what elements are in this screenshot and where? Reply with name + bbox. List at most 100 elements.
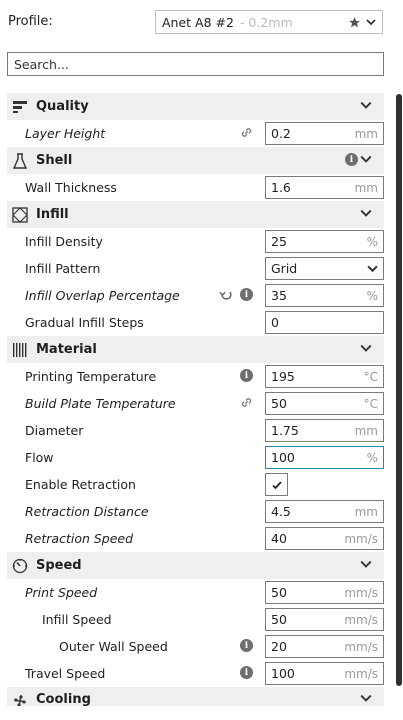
setting-retraction-distance: Retraction Distance 4.5 mm — [7, 498, 384, 525]
field-value: 40 — [271, 531, 287, 546]
infill-density-input[interactable]: 25 % — [265, 230, 384, 253]
setting-infill-overlap: Infill Overlap Percentage i 35 % — [7, 282, 384, 309]
chevron-down-icon — [367, 265, 378, 273]
setting-infill-density: Infill Density 25 % — [7, 228, 384, 255]
fan-icon — [11, 692, 29, 706]
field-unit: mm/s — [344, 612, 378, 627]
section-cooling[interactable]: Cooling — [7, 687, 384, 706]
link-icon[interactable] — [240, 396, 253, 409]
speed-icon — [11, 557, 29, 575]
setting-label: Layer Height — [25, 126, 106, 141]
chevron-down-icon[interactable] — [360, 342, 372, 354]
link-icon[interactable] — [240, 126, 253, 139]
info-icon[interactable]: i — [240, 369, 253, 382]
field-value: 50 — [271, 612, 287, 627]
wall-thickness-input[interactable]: 1.6 mm — [265, 176, 384, 199]
print-speed-input[interactable]: 50 mm/s — [265, 581, 384, 604]
setting-label: Outer Wall Speed — [59, 639, 168, 654]
build-plate-temperature-input[interactable]: 50 °C — [265, 392, 384, 415]
section-quality[interactable]: Quality — [7, 93, 384, 120]
info-icon[interactable]: i — [240, 639, 253, 652]
section-speed[interactable]: Speed — [7, 552, 384, 579]
setting-label: Enable Retraction — [25, 477, 136, 492]
chevron-down-icon[interactable] — [360, 692, 372, 704]
setting-wall-thickness: Wall Thickness 1.6 mm — [7, 174, 384, 201]
setting-layer-height: Layer Height 0.2 mm — [7, 120, 384, 147]
profile-label: Profile: — [8, 14, 53, 29]
infill-speed-input[interactable]: 50 mm/s — [265, 608, 384, 631]
setting-diameter: Diameter 1.75 mm — [7, 417, 384, 444]
chevron-down-icon[interactable] — [360, 153, 372, 165]
diameter-input[interactable]: 1.75 mm — [265, 419, 384, 442]
shell-icon — [11, 152, 29, 170]
setting-infill-pattern: Infill Pattern Grid — [7, 255, 384, 282]
field-value: 20 — [271, 639, 287, 654]
field-unit: mm/s — [344, 666, 378, 681]
section-shell-label: Shell — [36, 153, 73, 168]
retraction-speed-input[interactable]: 40 mm/s — [265, 527, 384, 550]
gradual-infill-input[interactable]: 0 — [265, 311, 384, 334]
section-material[interactable]: Material — [7, 336, 384, 363]
travel-speed-input[interactable]: 100 mm/s — [265, 662, 384, 685]
field-value: 1.6 — [271, 180, 291, 195]
chevron-down-icon[interactable] — [360, 99, 372, 111]
setting-label: Retraction Distance — [25, 504, 149, 519]
setting-outer-wall-speed: Outer Wall Speed i 20 mm/s — [7, 633, 384, 660]
setting-label: Infill Density — [25, 234, 103, 249]
checkmark-icon — [271, 480, 282, 489]
info-icon[interactable]: i — [240, 666, 253, 679]
reset-icon[interactable] — [219, 288, 233, 302]
setting-label: Travel Speed — [25, 666, 106, 681]
setting-label: Infill Pattern — [25, 261, 101, 276]
setting-label: Flow — [25, 450, 54, 465]
setting-flow: Flow 100 % — [7, 444, 384, 471]
profile-dropdown[interactable]: Anet A8 #2 - 0.2mm — [155, 10, 383, 34]
field-unit: mm — [354, 180, 378, 195]
infill-icon — [11, 206, 29, 224]
setting-infill-speed: Infill Speed 50 mm/s — [7, 606, 384, 633]
printing-temperature-input[interactable]: 195 °C — [265, 365, 384, 388]
field-unit: mm — [354, 126, 378, 141]
infill-pattern-select[interactable]: Grid — [265, 257, 384, 280]
field-value: 4.5 — [271, 504, 291, 519]
field-value: 50 — [271, 585, 287, 600]
section-infill[interactable]: Infill — [7, 201, 384, 228]
chevron-down-icon[interactable] — [360, 207, 372, 219]
enable-retraction-checkbox[interactable] — [265, 473, 288, 496]
setting-printing-temperature: Printing Temperature i 195 °C — [7, 363, 384, 390]
field-unit: mm/s — [344, 531, 378, 546]
section-shell[interactable]: Shell i — [7, 147, 384, 174]
setting-label: Build Plate Temperature — [25, 396, 176, 411]
setting-label: Infill Overlap Percentage — [25, 288, 180, 303]
chevron-down-icon — [366, 19, 376, 26]
field-unit: °C — [363, 396, 378, 411]
field-value: 100 — [271, 666, 295, 681]
chevron-down-icon[interactable] — [360, 558, 372, 570]
setting-enable-retraction: Enable Retraction — [7, 471, 384, 498]
field-value: 0.2 — [271, 126, 291, 141]
scrollbar[interactable] — [396, 94, 402, 686]
setting-label: Wall Thickness — [25, 180, 117, 195]
quality-icon — [11, 98, 29, 116]
setting-retraction-speed: Retraction Speed 40 mm/s — [7, 525, 384, 552]
flow-input[interactable]: 100 % — [265, 446, 384, 469]
setting-gradual-infill: Gradual Infill Steps 0 — [7, 309, 384, 336]
setting-print-speed: Print Speed 50 mm/s — [7, 579, 384, 606]
info-icon[interactable]: i — [345, 153, 358, 166]
profile-variant: - 0.2mm — [239, 14, 293, 30]
field-unit: % — [366, 450, 378, 465]
search-input[interactable]: Search... — [7, 52, 384, 76]
info-icon[interactable]: i — [240, 288, 253, 301]
setting-label: Retraction Speed — [25, 531, 134, 546]
section-infill-label: Infill — [36, 207, 69, 222]
retraction-distance-input[interactable]: 4.5 mm — [265, 500, 384, 523]
field-value: 25 — [271, 234, 287, 249]
field-value: 0 — [271, 315, 279, 330]
star-icon[interactable] — [348, 16, 361, 29]
section-speed-label: Speed — [36, 558, 82, 573]
setting-build-plate-temperature: Build Plate Temperature 50 °C — [7, 390, 384, 417]
outer-wall-speed-input[interactable]: 20 mm/s — [265, 635, 384, 658]
layer-height-input[interactable]: 0.2 mm — [265, 122, 384, 145]
infill-overlap-input[interactable]: 35 % — [265, 284, 384, 307]
field-value: 195 — [271, 369, 295, 384]
